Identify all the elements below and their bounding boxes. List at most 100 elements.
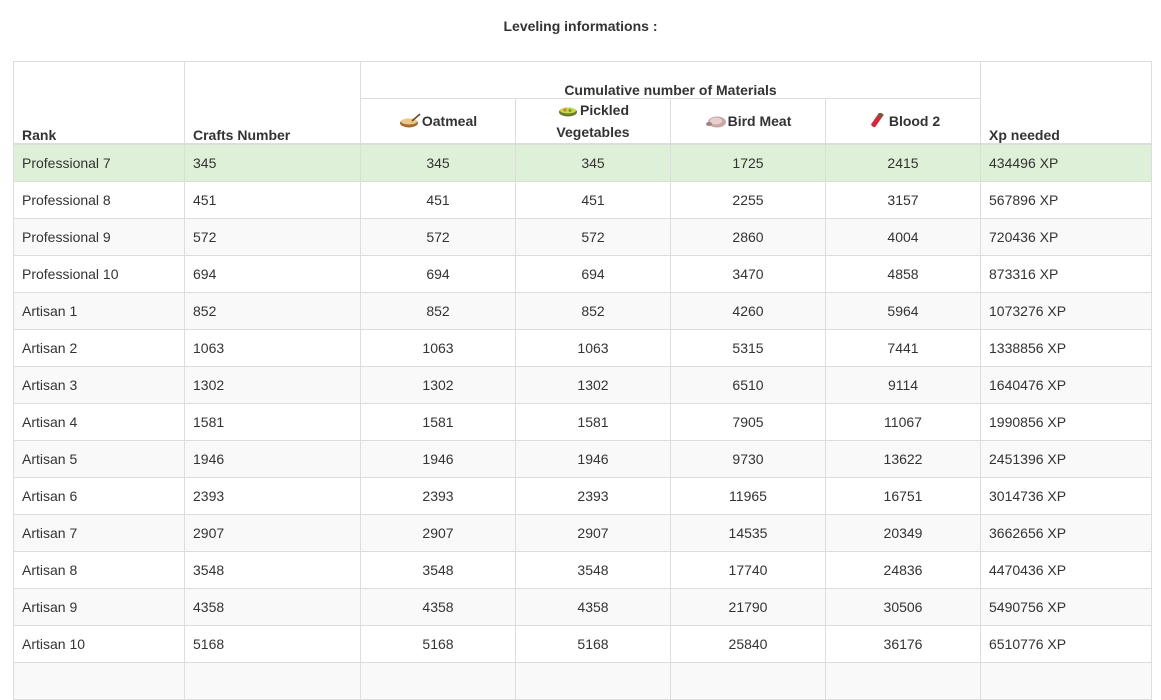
table-row: Professional 7 345 345 345 1725 2415 434496 XP [13,143,1153,182]
table-row: Artisan 4 1581 1581 1581 7905 11067 1990856 XP [13,403,1153,441]
table-row: Artisan 9 4358 4358 4358 21790 30506 5490756 X… [13,588,1153,626]
cell-bird-meat: 7905 [670,403,826,441]
table-body: Professional 7 345 345 345 1725 2415 434496 XP… [13,143,1153,700]
cell-pickled: 572 [515,218,671,256]
cell-crafts: 572 [184,218,361,256]
cell-xp: 3662656 XP [980,514,1153,552]
cell-crafts: 1946 [184,440,361,478]
cell-pickled: 3548 [515,551,671,589]
cell-bird-meat: 5315 [670,329,826,367]
table-row: Artisan 2 1063 1063 1063 5315 7441 1338856 XP [13,329,1153,367]
cell-oatmeal: 4358 [360,588,516,626]
cell-oatmeal: 694 [360,255,516,293]
cell-pickled: 451 [515,181,671,219]
cell-xp: 567896 XP [980,181,1153,219]
cell-crafts: 345 [184,143,361,182]
cell-oatmeal: 1302 [360,366,516,404]
cell-rank: Artisan 7 [13,514,185,552]
cell-blood: 2415 [824,143,982,182]
cell-xp: 5490756 XP [980,588,1153,626]
table-row: Artisan 3 1302 1302 1302 6510 9114 1640476 XP [13,366,1153,404]
cell-bird-meat: 25840 [670,625,826,663]
cell-oatmeal: 2393 [360,477,516,515]
cell-bird-meat [670,662,826,700]
cell-blood: 16751 [824,477,982,515]
page-title: Leveling informations : [503,18,658,34]
cell-xp: 6510776 XP [980,625,1153,663]
cell-oatmeal: 852 [360,292,516,330]
cell-oatmeal: 572 [360,218,516,256]
cell-oatmeal: 2907 [360,514,516,552]
cell-oatmeal: 1581 [360,403,516,441]
table-row: Artisan 7 2907 2907 2907 14535 20349 3662656 X… [13,514,1153,552]
cell-blood: 24836 [824,551,982,589]
cell-xp: 4470436 XP [980,551,1153,589]
oatmeal-bowl-icon [399,113,421,129]
cell-blood: 4004 [824,218,982,256]
header-blood: Blood 2 [824,98,982,145]
cell-crafts: 694 [184,255,361,293]
header-cumulative-materials: Cumulative number of Materials [359,61,982,99]
cell-blood: 7441 [824,329,982,367]
cell-oatmeal: 451 [360,181,516,219]
cell-blood: 20349 [824,514,982,552]
cell-bird-meat: 6510 [670,366,826,404]
cell-blood: 13622 [824,440,982,478]
cell-rank: Professional 10 [13,255,185,293]
cell-crafts: 4358 [184,588,361,626]
header-bird-meat-label: Bird Meat [727,113,792,129]
cell-blood [824,662,982,700]
header-blood-label: Blood 2 [888,113,941,129]
table-row [13,662,1153,700]
header-xp-needed: Xp needed [980,61,1153,145]
cell-crafts: 1063 [184,329,361,367]
cell-rank: Artisan 9 [13,588,185,626]
cell-blood: 3157 [824,181,982,219]
cell-oatmeal [360,662,516,700]
cell-pickled: 5168 [515,625,671,663]
table-row: Artisan 1 852 852 852 4260 5964 1073276 XP [13,292,1153,330]
cell-oatmeal: 3548 [360,551,516,589]
cell-bird-meat: 17740 [670,551,826,589]
cell-crafts [184,662,361,700]
cell-bird-meat: 3470 [670,255,826,293]
cell-xp: 1338856 XP [980,329,1153,367]
table-row: Professional 8 451 451 451 2255 3157 567896 XP [13,181,1153,219]
cell-crafts: 852 [184,292,361,330]
cell-oatmeal: 5168 [360,625,516,663]
cell-pickled: 694 [515,255,671,293]
cell-blood: 30506 [824,588,982,626]
cell-pickled: 1946 [515,440,671,478]
cell-bird-meat: 9730 [670,440,826,478]
cell-xp [980,662,1153,700]
cell-rank: Artisan 1 [13,292,185,330]
cell-bird-meat: 1725 [670,143,826,182]
cell-rank: Artisan 10 [13,625,185,663]
cell-rank: Professional 9 [13,218,185,256]
cell-pickled: 2393 [515,477,671,515]
cell-xp: 873316 XP [980,255,1153,293]
header-oatmeal: Oatmeal [360,98,516,145]
header-crafts-number: Crafts Number [184,61,361,145]
cell-rank: Artisan 6 [13,477,185,515]
cell-pickled: 1581 [515,403,671,441]
cell-xp: 1990856 XP [980,403,1153,441]
cell-rank: Artisan 3 [13,366,185,404]
cell-blood: 5964 [824,292,982,330]
cell-oatmeal: 1946 [360,440,516,478]
header-pickled-label-line2: Vegetables [556,124,630,140]
cell-rank: Artisan 8 [13,551,185,589]
cell-rank: Artisan 4 [13,403,185,441]
cell-crafts: 1581 [184,403,361,441]
cell-crafts: 5168 [184,625,361,663]
cell-rank: Artisan 5 [13,440,185,478]
cell-pickled: 852 [515,292,671,330]
cell-bird-meat: 4260 [670,292,826,330]
cell-rank [13,662,185,700]
bird-meat-icon [705,113,727,129]
cell-pickled: 345 [515,143,671,182]
cell-rank: Artisan 2 [13,329,185,367]
header-oatmeal-label: Oatmeal [421,113,478,129]
cell-pickled: 4358 [515,588,671,626]
cell-pickled [515,662,671,700]
